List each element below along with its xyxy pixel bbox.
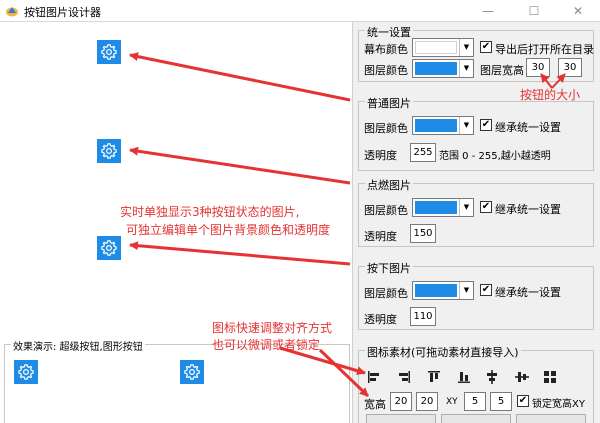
material-size-label: 宽高 (364, 398, 386, 411)
layer-width-input[interactable]: 30 (526, 58, 550, 77)
align-right-icon[interactable] (396, 369, 412, 385)
preview-canvas (0, 22, 352, 338)
chevron-down-icon: ▼ (459, 199, 473, 216)
pressed-image-title: 按下图片 (365, 260, 413, 276)
pressed-layer-color-swatch (415, 284, 457, 297)
title-bar: 按钮图片设计器 — ☐ ✕ (0, 0, 600, 22)
checkmark-icon: ✔ (481, 201, 491, 212)
layer-size-label: 图层宽高 (480, 64, 524, 77)
pressed-opacity-label: 透明度 (364, 313, 397, 326)
annotation-button-size: 按钮的大小 (520, 88, 581, 102)
align-center-horizontal-icon[interactable] (484, 369, 500, 385)
icon-material-group: 图标素材(可拖动素材直接导入) (358, 344, 594, 423)
align-left-icon[interactable] (366, 369, 382, 385)
align-top-icon[interactable] (426, 369, 442, 385)
checkmark-icon: ✔ (481, 41, 491, 52)
opacity-range-hint: 范围 0 - 255,越小越透明 (439, 151, 551, 162)
normal-opacity-input[interactable]: 255 (410, 143, 436, 162)
curtain-color-swatch (415, 41, 457, 54)
align-bottom-icon[interactable] (456, 369, 472, 385)
app-icon (6, 7, 18, 17)
image-button-demo[interactable] (180, 360, 204, 384)
annotation-realtime-line2: 可独立编辑单个图片背景颜色和透明度 (126, 223, 331, 237)
material-width-input[interactable]: 20 (390, 392, 412, 411)
annotation-align-line1: 图标快速调整对齐方式 (212, 321, 333, 335)
annotation-realtime-line1: 实时单独显示3种按钮状态的图片, (120, 205, 300, 219)
normal-inherit-label: 继承统一设置 (495, 121, 561, 134)
unified-layer-color-label: 图层颜色 (364, 64, 408, 77)
unified-layer-color-swatch (415, 62, 457, 75)
hover-layer-color-picker[interactable]: ▼ (412, 198, 474, 217)
gear-icon (101, 240, 117, 256)
curtain-color-label: 幕布颜色 (364, 43, 408, 56)
normal-inherit-checkbox[interactable]: ✔ (480, 119, 492, 131)
pressed-opacity-input[interactable]: 110 (410, 307, 436, 326)
close-button[interactable]: ✕ (556, 0, 600, 22)
hover-state-preview[interactable] (97, 139, 121, 163)
hover-opacity-label: 透明度 (364, 230, 397, 243)
normal-image-title: 普通图片 (365, 95, 413, 111)
normal-layer-color-picker[interactable]: ▼ (412, 116, 474, 135)
gear-icon (101, 44, 117, 60)
bottom-button-3[interactable] (516, 414, 586, 423)
chevron-down-icon: ▼ (459, 39, 473, 56)
material-xy-label: XY (446, 397, 458, 407)
normal-opacity-label: 透明度 (364, 149, 397, 162)
hover-opacity-input[interactable]: 150 (410, 224, 436, 243)
material-x-input[interactable]: 5 (464, 392, 486, 411)
unified-settings-title: 统一设置 (365, 24, 413, 40)
lock-size-label: 锁定宽高XY (532, 399, 585, 410)
icon-material-title: 图标素材(可拖动素材直接导入) (365, 344, 521, 360)
window-title: 按钮图片设计器 (24, 6, 101, 19)
bottom-button-2[interactable] (441, 414, 511, 423)
gear-icon (184, 364, 200, 380)
normal-state-preview[interactable] (97, 40, 121, 64)
pressed-layer-color-picker[interactable]: ▼ (412, 281, 474, 300)
annotation-align-line2: 也可以微调或者锁定 (212, 338, 321, 352)
checkmark-icon: ✔ (481, 119, 491, 130)
normal-layer-color-swatch (415, 119, 457, 132)
lock-size-checkbox[interactable]: ✔ (517, 395, 529, 407)
pressed-inherit-checkbox[interactable]: ✔ (480, 284, 492, 296)
maximize-button[interactable]: ☐ (512, 0, 556, 22)
super-button-demo[interactable] (14, 360, 38, 384)
effect-demo-legend: 效果演示: 超级按钮,图形按钮 (11, 338, 145, 353)
chevron-down-icon: ▼ (459, 60, 473, 77)
material-height-input[interactable]: 20 (416, 392, 438, 411)
hover-inherit-checkbox[interactable]: ✔ (480, 201, 492, 213)
chevron-down-icon: ▼ (459, 117, 473, 134)
pressed-state-preview[interactable] (97, 236, 121, 260)
gear-icon (18, 364, 34, 380)
checkmark-icon: ✔ (481, 284, 491, 295)
material-y-input[interactable]: 5 (490, 392, 512, 411)
layer-height-input[interactable]: 30 (558, 58, 582, 77)
unified-layer-color-picker[interactable]: ▼ (412, 59, 474, 78)
gear-icon (101, 143, 117, 159)
normal-layer-color-label: 图层颜色 (364, 122, 408, 135)
export-open-checkbox[interactable]: ✔ (480, 41, 492, 53)
export-open-label: 导出后打开所在目录 (495, 43, 594, 56)
bottom-button-1[interactable] (366, 414, 436, 423)
hover-image-title: 点燃图片 (365, 177, 413, 193)
grid-icon[interactable] (542, 369, 558, 385)
chevron-down-icon: ▼ (459, 282, 473, 299)
minimize-button[interactable]: — (466, 0, 510, 22)
checkmark-icon: ✔ (518, 395, 528, 406)
align-center-vertical-icon[interactable] (514, 369, 530, 385)
pressed-layer-color-label: 图层颜色 (364, 287, 408, 300)
pressed-inherit-label: 继承统一设置 (495, 286, 561, 299)
effect-demo: 效果演示: 超级按钮,图形按钮 (4, 338, 350, 423)
curtain-color-picker[interactable]: ▼ (412, 38, 474, 57)
hover-layer-color-label: 图层颜色 (364, 204, 408, 217)
hover-inherit-label: 继承统一设置 (495, 203, 561, 216)
hover-layer-color-swatch (415, 201, 457, 214)
